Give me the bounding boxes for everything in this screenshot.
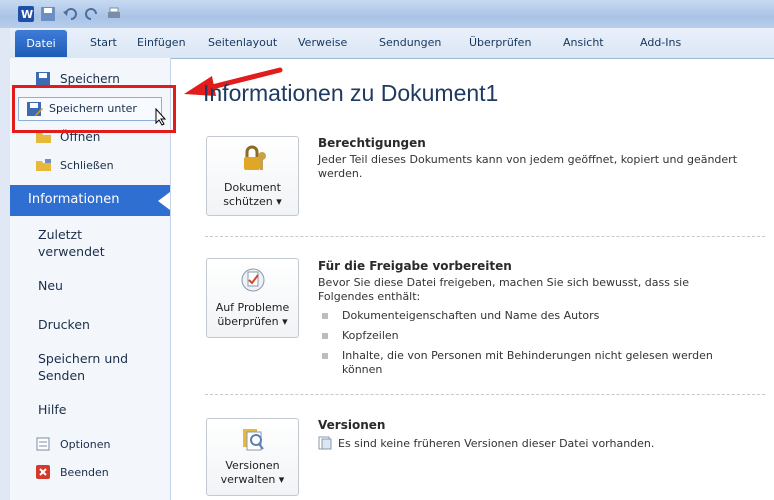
tab-review[interactable]: Überprüfen <box>469 36 531 49</box>
versions-doc-icon <box>318 436 332 453</box>
sidebar-item-recent[interactable]: Zuletzt verwendet <box>38 226 105 260</box>
tab-insert[interactable]: Einfügen <box>137 36 186 49</box>
button-label: Versionen <box>225 459 280 472</box>
button-label: schützen ▾ <box>223 195 282 208</box>
sidebar-item-new[interactable]: Neu <box>38 278 63 293</box>
word-logo-icon[interactable]: W <box>18 6 34 22</box>
sharing-bullet: Kopfzeilen <box>342 329 399 342</box>
sidebar-item-save-send[interactable]: Speichern und Senden <box>38 350 128 384</box>
save-icon[interactable] <box>40 6 56 22</box>
versions-text: Es sind keine früheren Versionen dieser … <box>338 437 655 450</box>
sidebar-item-label: Schließen <box>60 158 114 172</box>
permissions-text: Jeder Teil dieses Dokuments kann von jed… <box>318 153 738 180</box>
sidebar-item-label: Informationen <box>28 192 120 207</box>
sidebar-item-exit[interactable]: Beenden <box>10 463 170 481</box>
protect-document-button[interactable]: Dokument schützen ▾ <box>206 136 299 216</box>
section-divider <box>205 394 765 395</box>
manage-versions-button[interactable]: Versionen verwalten ▾ <box>206 418 299 496</box>
save-icon <box>36 72 52 86</box>
sidebar-item-label: Zuletzt <box>38 227 83 242</box>
button-label: Dokument <box>224 181 281 194</box>
sharing-text: Bevor Sie diese Datei freigeben, machen … <box>318 276 690 303</box>
sharing-bullet: Dokumenteigenschaften und Name des Autor… <box>342 309 600 322</box>
versions-title: Versionen <box>318 418 386 432</box>
tab-add-ins[interactable]: Add-Ins <box>640 36 681 49</box>
tab-view[interactable]: Ansicht <box>563 36 604 49</box>
sidebar-item-label: Speichern <box>60 72 120 86</box>
print-icon[interactable] <box>106 6 122 22</box>
page-title: Informationen zu Dokument1 <box>203 80 499 106</box>
undo-icon[interactable] <box>62 6 78 22</box>
check-document-icon <box>207 259 298 301</box>
button-label: überprüfen ▾ <box>217 315 288 328</box>
bullet-icon <box>322 353 328 359</box>
sidebar-item-options[interactable]: Optionen <box>10 435 170 453</box>
versions-icon <box>207 419 298 459</box>
tab-start[interactable]: Start <box>90 36 117 49</box>
exit-icon <box>36 465 52 479</box>
tab-file[interactable]: Datei <box>15 30 67 57</box>
lock-key-icon <box>207 137 298 181</box>
ribbon-tabs: Start Einfügen Seitenlayout Verweise Sen… <box>10 28 774 59</box>
sidebar-item-label: Senden <box>38 368 86 383</box>
permissions-title: Berechtigungen <box>318 136 426 150</box>
button-label: verwalten ▾ <box>220 473 285 486</box>
bullet-icon <box>322 313 328 319</box>
bullet-icon <box>322 333 328 339</box>
sharing-title: Für die Freigabe vorbereiten <box>318 259 512 273</box>
check-issues-button[interactable]: Auf Probleme überprüfen ▾ <box>206 258 299 338</box>
sidebar-item-label: Beenden <box>60 465 109 479</box>
folder-close-icon <box>36 158 52 172</box>
highlight-box <box>12 85 176 133</box>
sidebar-item-label: verwendet <box>38 244 105 259</box>
tab-page-layout[interactable]: Seitenlayout <box>208 36 277 49</box>
options-icon <box>36 437 52 451</box>
section-divider <box>205 236 765 237</box>
button-label: Auf Probleme <box>215 301 290 314</box>
svg-text:W: W <box>21 8 33 21</box>
sidebar-item-close[interactable]: Schließen <box>10 156 170 174</box>
sidebar-item-print[interactable]: Drucken <box>38 317 90 332</box>
sidebar-item-label: Optionen <box>60 437 111 451</box>
active-indicator <box>158 192 170 210</box>
quick-access-toolbar: W <box>18 5 122 23</box>
sharing-bullet: Inhalte, die von Personen mit Behinderun… <box>342 349 713 376</box>
sidebar-item-info[interactable]: Informationen <box>10 185 170 216</box>
sidebar-item-help[interactable]: Hilfe <box>38 402 66 417</box>
tab-mailings[interactable]: Sendungen <box>379 36 441 49</box>
sidebar-item-label: Speichern und <box>38 351 129 366</box>
tab-references[interactable]: Verweise <box>298 36 347 49</box>
redo-icon[interactable] <box>84 6 100 22</box>
